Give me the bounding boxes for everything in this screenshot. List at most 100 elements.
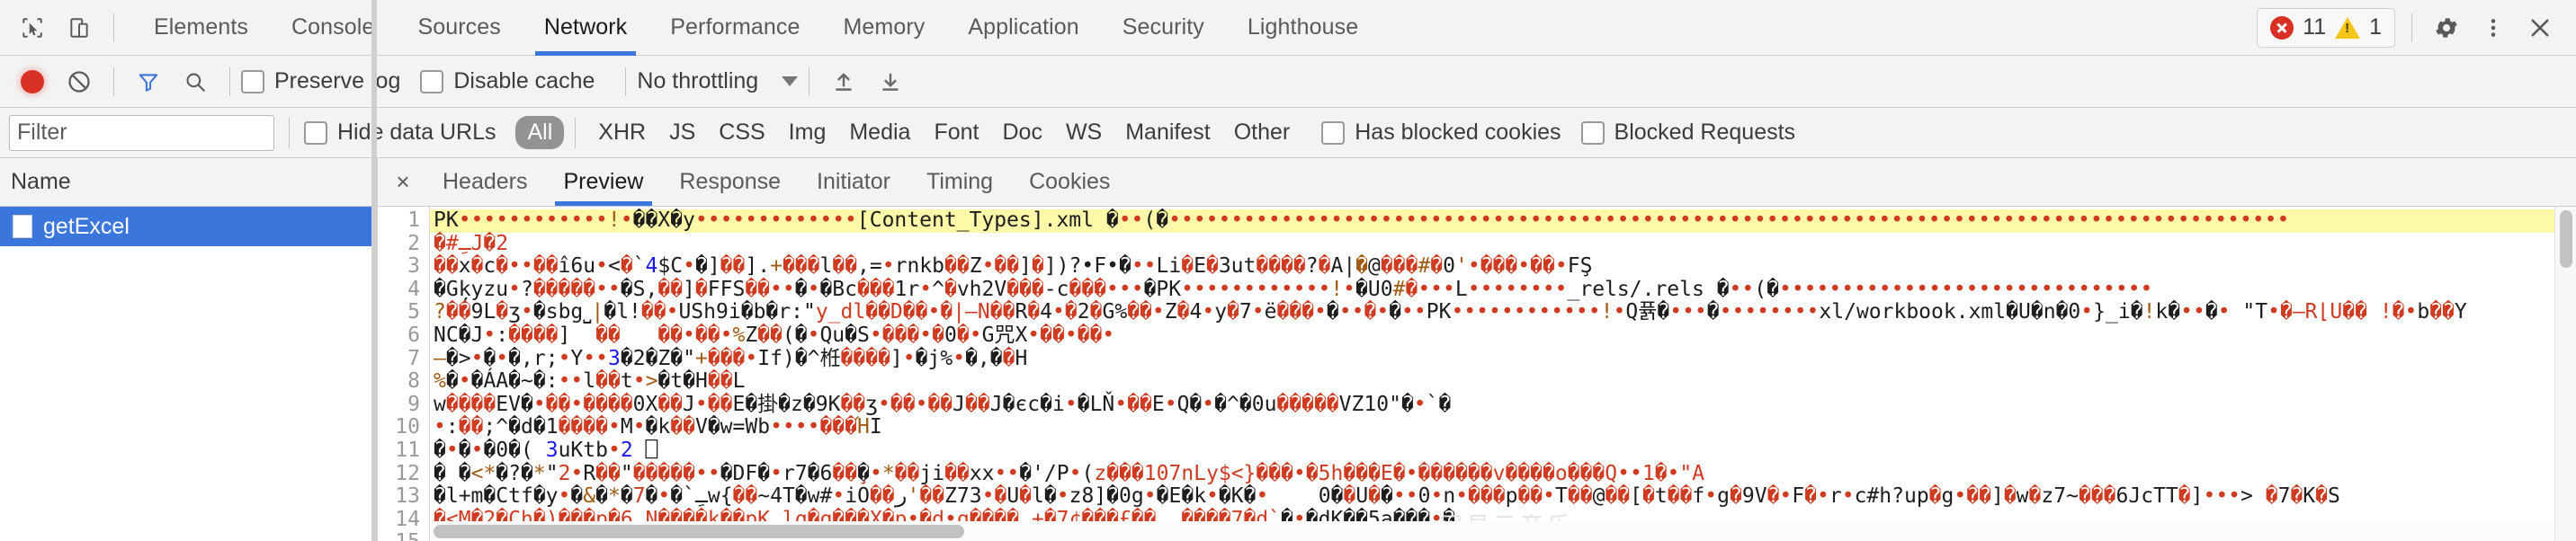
toolbar-divider xyxy=(575,117,577,148)
devtools-main-tabbar: Elements Console Sources Network Perform… xyxy=(0,0,2576,56)
scrollbar-thumb[interactable] xyxy=(434,525,964,538)
devtools-tabbar-right: 11 1 xyxy=(2257,4,2569,51)
filter-pill-manifest[interactable]: Manifest xyxy=(1114,116,1221,149)
tab-network[interactable]: Network xyxy=(523,0,648,56)
preview-line: � �<*�?�*"2•R��"�����••�DF�•r7�6��̧�•*��… xyxy=(434,461,1705,485)
preview-line: •:��;^�d�1����•M•�k��V�w=Wb••••���ΉI xyxy=(434,415,882,439)
preview-line: �l+m�Ctf�y•�&�*�7�•�`ـِw{��~4T�w#•iO��ر'… xyxy=(434,484,2340,509)
filter-pill-doc[interactable]: Doc xyxy=(990,116,1053,149)
preview-line: �Gķyzu•?�����••�S,��]�FFS��••�•�Bc���1r… xyxy=(434,277,2153,301)
warning-triangle-icon xyxy=(2335,16,2361,39)
checkbox-box xyxy=(241,69,264,93)
preview-line: PK••••••••••••!•��X�y•••••••••••••[Conte… xyxy=(430,208,2576,233)
tab-elements[interactable]: Elements xyxy=(132,0,270,56)
tab-performance[interactable]: Performance xyxy=(648,0,821,56)
line-number: 2 xyxy=(407,231,420,255)
filter-pill-xhr[interactable]: XHR xyxy=(586,116,657,149)
preview-horizontal-scrollbar[interactable] xyxy=(430,521,2554,541)
download-arrow-icon[interactable] xyxy=(867,58,914,105)
checkbox-box xyxy=(1321,120,1346,145)
tab-label: Network xyxy=(543,14,628,40)
tab-label: Application xyxy=(968,14,1079,40)
scrollbar-thumb[interactable] xyxy=(2560,210,2572,268)
filter-input[interactable] xyxy=(9,114,274,151)
filter-pill-media[interactable]: Media xyxy=(837,116,922,149)
tab-label: Elements xyxy=(154,14,249,40)
kebab-menu-icon[interactable] xyxy=(2470,4,2517,51)
close-detail-icon[interactable]: × xyxy=(381,158,425,206)
filter-pill-js[interactable]: JS xyxy=(657,116,707,149)
clear-prohibited-icon[interactable] xyxy=(56,58,103,105)
search-icon[interactable] xyxy=(172,58,219,105)
binary-preview-content[interactable]: PK••••••••••••!•��X�y•••••••••••••[Conte… xyxy=(430,207,2576,541)
upload-arrow-icon[interactable] xyxy=(820,58,867,105)
filter-pill-other[interactable]: Other xyxy=(1222,116,1302,149)
tab-application[interactable]: Application xyxy=(946,0,1100,56)
network-toolbar: Preserve log Disable cache No throttling xyxy=(0,56,2576,108)
blocked-requests-checkbox[interactable]: Blocked Requests xyxy=(1580,120,1796,146)
blocked-requests-label: Blocked Requests xyxy=(1614,120,1796,145)
detail-tab-initiator[interactable]: Initiator xyxy=(799,158,908,206)
devtools-window: Elements Console Sources Network Perform… xyxy=(0,0,2576,541)
request-row-getexcel[interactable]: getExcel xyxy=(0,207,377,246)
preview-viewer: 123456789101112131415 PK••••••••••••!•��… xyxy=(378,207,2576,541)
device-toggle-icon[interactable] xyxy=(56,4,103,51)
detail-tab-timing[interactable]: Timing xyxy=(908,158,1011,206)
filter-pill-img[interactable]: Img xyxy=(777,116,838,149)
preview-line: �•�•�0�( 3uKtb•2 ⎕ xyxy=(434,438,658,462)
gear-icon[interactable] xyxy=(2423,4,2470,51)
network-body: Name getExcel × Headers Preview Response… xyxy=(0,0,2576,541)
toolbar-divider xyxy=(289,117,290,148)
filter-pill-ws[interactable]: WS xyxy=(1054,116,1114,149)
warning-count: 1 xyxy=(2369,14,2382,40)
line-number: 14 xyxy=(395,507,420,531)
line-number: 6 xyxy=(407,323,420,347)
line-number: 8 xyxy=(407,369,420,394)
funnel-icon[interactable] xyxy=(125,58,172,105)
tab-label: Console xyxy=(291,14,375,40)
toolbar-divider xyxy=(229,67,230,96)
preview-line: %�•�ÁA�~�:••l��t•>�t�H��L xyxy=(434,369,746,394)
tab-security[interactable]: Security xyxy=(1101,0,1226,56)
tab-label: Performance xyxy=(670,14,801,40)
detail-tab-response[interactable]: Response xyxy=(661,158,799,206)
preview-line: ��x�c�••��î6u•<�`4$C•�]��].+���l��,=•rnk… xyxy=(434,254,1593,279)
preview-vertical-scrollbar[interactable] xyxy=(2554,207,2576,541)
line-number: 10 xyxy=(395,415,420,439)
detail-tab-cookies[interactable]: Cookies xyxy=(1011,158,1128,206)
close-icon[interactable] xyxy=(2517,4,2563,51)
tab-label: Memory xyxy=(843,14,926,40)
detail-tab-preview[interactable]: Preview xyxy=(546,158,662,206)
record-indicator xyxy=(21,69,44,93)
error-count: 11 xyxy=(2303,14,2327,40)
checkbox-box xyxy=(420,69,444,93)
tab-console[interactable]: Console xyxy=(270,0,396,56)
filter-pill-all[interactable]: All xyxy=(515,116,565,149)
filter-pill-font[interactable]: Font xyxy=(922,116,990,149)
detail-tab-headers[interactable]: Headers xyxy=(425,158,546,206)
tab-lighthouse[interactable]: Lighthouse xyxy=(1226,0,1380,56)
line-number-gutter: 123456789101112131415 xyxy=(378,207,430,541)
has-blocked-cookies-checkbox[interactable]: Has blocked cookies xyxy=(1321,120,1561,146)
preview-line: NC�J•:����] �� ��•��•%Z��(�•Qu�S•���•�0�… xyxy=(434,323,1115,347)
tab-memory[interactable]: Memory xyxy=(821,0,946,56)
issues-counter[interactable]: 11 1 xyxy=(2257,7,2395,48)
filter-pill-css[interactable]: CSS xyxy=(707,116,776,149)
line-number: 15 xyxy=(378,531,420,541)
resource-type-filters: All XHR JS CSS Img Media Font Doc WS Man… xyxy=(515,116,1301,149)
request-name: getExcel xyxy=(43,213,130,239)
tab-label: Security xyxy=(1122,14,1204,40)
disable-cache-checkbox[interactable]: Disable cache xyxy=(420,68,595,94)
request-list-scrollbar[interactable] xyxy=(371,0,377,541)
has-blocked-cookies-label: Has blocked cookies xyxy=(1355,120,1561,145)
preview-line: –�>•�•�,r;•Y••3�2�Z�"+���•If)�^栣����]•�j… xyxy=(434,346,1028,370)
cursor-inspect-icon[interactable] xyxy=(9,4,56,51)
throttling-dropdown[interactable]: No throttling xyxy=(637,68,799,94)
hide-data-urls-checkbox[interactable]: Hide data URLs xyxy=(304,120,496,146)
checkbox-box xyxy=(304,120,327,145)
record-dot-icon[interactable] xyxy=(9,58,56,105)
tab-sources[interactable]: Sources xyxy=(396,0,522,56)
request-list-empty-area xyxy=(0,246,377,541)
devtools-panel-tabs: Elements Console Sources Network Perform… xyxy=(132,0,1380,56)
line-number: 11 xyxy=(395,438,420,462)
